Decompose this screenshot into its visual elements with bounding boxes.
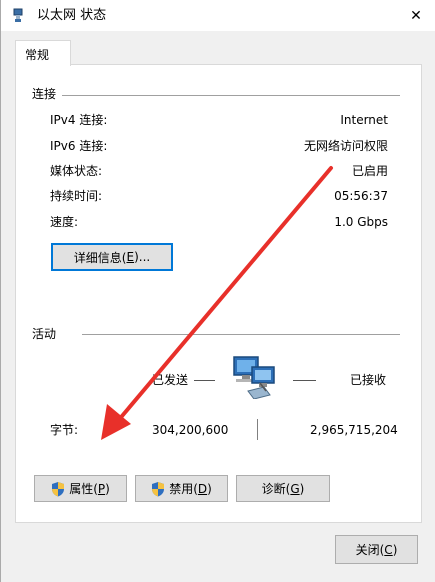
diagnose-button[interactable]: 诊断(G) [236, 475, 330, 502]
bytes-label: 字节: [50, 423, 79, 437]
duration-label: 持续时间: [50, 189, 103, 203]
network-computers-icon [233, 356, 275, 399]
duration-value: 05:56:37 [334, 189, 388, 203]
received-label: 已接收 [350, 373, 387, 387]
bytes-received-value: 2,965,715,204 [310, 423, 398, 437]
general-tab-panel: 连接 IPv4 连接: Internet IPv6 连接: 无网络访问权限 媒体… [15, 64, 422, 523]
ipv6-label: IPv6 连接: [50, 139, 108, 153]
properties-button[interactable]: 属性(P) [34, 475, 127, 502]
uac-shield-icon [152, 481, 165, 496]
connection-divider [62, 95, 400, 96]
bytes-sent-value: 304,200,600 [152, 423, 229, 437]
close-button[interactable]: 关闭(C) [335, 535, 418, 564]
ipv4-label: IPv4 连接: [50, 113, 108, 127]
ipv4-value: Internet [340, 113, 388, 127]
speed-label: 速度: [50, 215, 79, 229]
network-adapter-icon [13, 8, 23, 22]
tab-general-label: 常规 [25, 48, 50, 62]
activity-section-label: 活动 [32, 327, 57, 341]
window-title: 以太网 状态 [37, 8, 107, 23]
connection-section-label: 连接 [32, 87, 57, 101]
tab-general[interactable]: 常规 [15, 40, 71, 66]
ethernet-status-window: 以太网 状态 ✕ 常规 连接 IPv4 连接: Internet IPv6 连接… [0, 0, 435, 582]
sent-label: 已发送 [152, 373, 189, 387]
sent-dash [194, 380, 215, 381]
ipv6-value: 无网络访问权限 [303, 139, 388, 153]
speed-value: 1.0 Gbps [334, 215, 388, 229]
bytes-separator [257, 419, 258, 440]
close-icon: ✕ [410, 7, 422, 24]
media-state-value: 已启用 [351, 164, 388, 178]
details-button[interactable]: 详细信息(E)... [51, 243, 173, 271]
media-state-label: 媒体状态: [50, 164, 103, 178]
received-dash [293, 380, 316, 381]
tab-strip: 常规 [1, 31, 435, 66]
title-bar: 以太网 状态 ✕ [1, 0, 435, 31]
uac-shield-icon [52, 481, 65, 496]
activity-divider [82, 334, 400, 335]
close-window-button[interactable]: ✕ [396, 0, 435, 31]
disable-button[interactable]: 禁用(D) [135, 475, 228, 502]
